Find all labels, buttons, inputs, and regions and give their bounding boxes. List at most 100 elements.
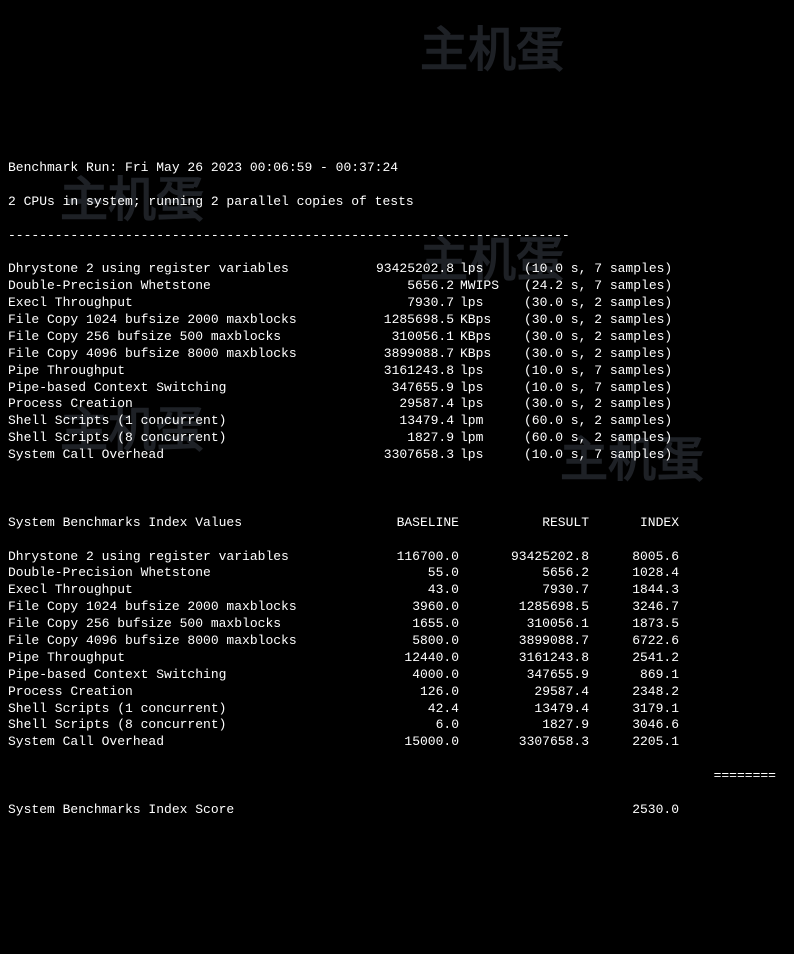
test-row: Dhrystone 2 using register variables9342…: [8, 261, 786, 278]
terminal-output: Benchmark Run: Fri May 26 2023 00:06:59 …: [8, 143, 786, 836]
test-value: 93425202.8: [354, 261, 454, 278]
test-name: File Copy 1024 bufsize 2000 maxblocks: [8, 312, 354, 329]
test-name: Double-Precision Whetstone: [8, 278, 354, 295]
cpu-info-line: 2 CPUs in system; running 2 parallel cop…: [8, 194, 786, 211]
index-result: 3307658.3: [459, 734, 589, 751]
index-name: Shell Scripts (1 concurrent): [8, 701, 354, 718]
test-name: Shell Scripts (1 concurrent): [8, 413, 354, 430]
test-row: File Copy 256 bufsize 500 maxblocks31005…: [8, 329, 786, 346]
index-row: Pipe-based Context Switching4000.0347655…: [8, 667, 786, 684]
index-result: 13479.4: [459, 701, 589, 718]
index-value: 2205.1: [589, 734, 679, 751]
index-value: 1844.3: [589, 582, 679, 599]
index-result: 310056.1: [459, 616, 589, 633]
test-unit: lpm: [454, 413, 504, 430]
index-baseline: 4000.0: [354, 667, 459, 684]
index-name: Double-Precision Whetstone: [8, 565, 354, 582]
test-timing: (60.0 s, 2 samples): [504, 430, 786, 447]
test-timing: (10.0 s, 7 samples): [504, 363, 786, 380]
index-value: 869.1: [589, 667, 679, 684]
test-unit: lps: [454, 295, 504, 312]
index-baseline: 126.0: [354, 684, 459, 701]
separator-line: ----------------------------------------…: [8, 228, 786, 245]
test-value: 3307658.3: [354, 447, 454, 464]
test-unit: lps: [454, 261, 504, 278]
score-separator: ========: [8, 768, 786, 785]
index-row: Execl Throughput43.07930.71844.3: [8, 582, 786, 599]
index-baseline: 42.4: [354, 701, 459, 718]
index-result: 1285698.5: [459, 599, 589, 616]
index-baseline: 43.0: [354, 582, 459, 599]
test-unit: lps: [454, 380, 504, 397]
index-value: 3246.7: [589, 599, 679, 616]
index-result: 3899088.7: [459, 633, 589, 650]
test-unit: lps: [454, 396, 504, 413]
index-baseline: 55.0: [354, 565, 459, 582]
index-baseline: 6.0: [354, 717, 459, 734]
test-unit: KBps: [454, 312, 504, 329]
index-baseline: 1655.0: [354, 616, 459, 633]
index-value: 1873.5: [589, 616, 679, 633]
test-name: File Copy 256 bufsize 500 maxblocks: [8, 329, 354, 346]
index-name: File Copy 256 bufsize 500 maxblocks: [8, 616, 354, 633]
test-timing: (60.0 s, 2 samples): [504, 413, 786, 430]
test-name: File Copy 4096 bufsize 8000 maxblocks: [8, 346, 354, 363]
test-timing: (10.0 s, 7 samples): [504, 447, 786, 464]
test-row: Double-Precision Whetstone5656.2MWIPS(24…: [8, 278, 786, 295]
test-value: 7930.7: [354, 295, 454, 312]
test-value: 3161243.8: [354, 363, 454, 380]
index-name: Execl Throughput: [8, 582, 354, 599]
index-header-baseline: BASELINE: [354, 515, 459, 532]
index-row: System Call Overhead15000.03307658.32205…: [8, 734, 786, 751]
test-unit: lps: [454, 363, 504, 380]
test-value: 13479.4: [354, 413, 454, 430]
score-value: 2530.0: [589, 802, 679, 819]
index-name: System Call Overhead: [8, 734, 354, 751]
index-baseline: 5800.0: [354, 633, 459, 650]
test-value: 1285698.5: [354, 312, 454, 329]
test-value: 5656.2: [354, 278, 454, 295]
index-header-result: RESULT: [459, 515, 589, 532]
index-result: 5656.2: [459, 565, 589, 582]
index-header-row: System Benchmarks Index ValuesBASELINERE…: [8, 515, 786, 532]
test-value: 310056.1: [354, 329, 454, 346]
index-name: Shell Scripts (8 concurrent): [8, 717, 354, 734]
test-timing: (24.2 s, 7 samples): [504, 278, 786, 295]
index-value: 1028.4: [589, 565, 679, 582]
index-row: File Copy 256 bufsize 500 maxblocks1655.…: [8, 616, 786, 633]
test-row: System Call Overhead3307658.3lps(10.0 s,…: [8, 447, 786, 464]
index-name: File Copy 4096 bufsize 8000 maxblocks: [8, 633, 354, 650]
index-value: 6722.6: [589, 633, 679, 650]
index-row: Shell Scripts (1 concurrent)42.413479.43…: [8, 701, 786, 718]
test-name: System Call Overhead: [8, 447, 354, 464]
test-row: Shell Scripts (1 concurrent)13479.4lpm(6…: [8, 413, 786, 430]
test-unit: lpm: [454, 430, 504, 447]
test-value: 3899088.7: [354, 346, 454, 363]
test-name: Dhrystone 2 using register variables: [8, 261, 354, 278]
test-row: Pipe Throughput3161243.8lps(10.0 s, 7 sa…: [8, 363, 786, 380]
index-name: Dhrystone 2 using register variables: [8, 549, 354, 566]
index-header-label: System Benchmarks Index Values: [8, 515, 354, 532]
index-row: Dhrystone 2 using register variables1167…: [8, 549, 786, 566]
index-result: 7930.7: [459, 582, 589, 599]
index-value: 2348.2: [589, 684, 679, 701]
test-name: Shell Scripts (8 concurrent): [8, 430, 354, 447]
index-result: 3161243.8: [459, 650, 589, 667]
index-result: 1827.9: [459, 717, 589, 734]
score-label: System Benchmarks Index Score: [8, 802, 589, 819]
index-name: Pipe Throughput: [8, 650, 354, 667]
test-name: Execl Throughput: [8, 295, 354, 312]
test-timing: (30.0 s, 2 samples): [504, 346, 786, 363]
index-name: Process Creation: [8, 684, 354, 701]
test-row: Shell Scripts (8 concurrent)1827.9lpm(60…: [8, 430, 786, 447]
index-row: File Copy 4096 bufsize 8000 maxblocks580…: [8, 633, 786, 650]
test-timing: (10.0 s, 7 samples): [504, 261, 786, 278]
index-value: 3046.6: [589, 717, 679, 734]
index-baseline: 15000.0: [354, 734, 459, 751]
test-timing: (10.0 s, 7 samples): [504, 380, 786, 397]
index-value: 3179.1: [589, 701, 679, 718]
test-value: 29587.4: [354, 396, 454, 413]
index-name: File Copy 1024 bufsize 2000 maxblocks: [8, 599, 354, 616]
index-value: 2541.2: [589, 650, 679, 667]
index-value: 8005.6: [589, 549, 679, 566]
